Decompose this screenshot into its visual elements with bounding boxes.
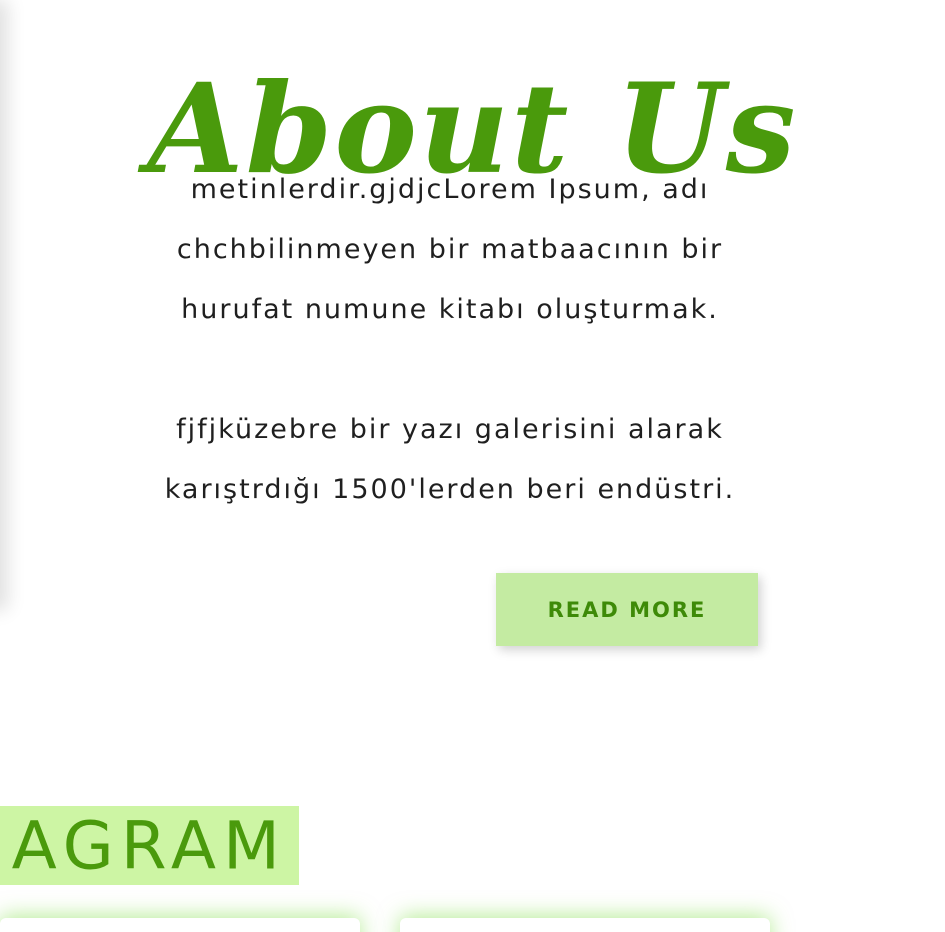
instagram-heading-text: AGRAM bbox=[11, 807, 287, 884]
instagram-post-card[interactable] bbox=[400, 918, 770, 932]
instagram-post-card[interactable] bbox=[0, 918, 360, 932]
about-text-line: fjfjküzebre bir yazı galerisini alarak bbox=[176, 414, 724, 445]
about-text-line: metinlerdir.gjdjcLorem Ipsum, adı bbox=[190, 174, 710, 205]
about-text-line: chchbilinmeyen bir matbaacının bir bbox=[176, 234, 724, 265]
instagram-heading: AGRAM bbox=[0, 806, 299, 885]
read-more-button[interactable]: READ MORE bbox=[496, 573, 758, 646]
about-text-line: hurufat numune kitabı oluşturmak. bbox=[181, 294, 719, 325]
about-text-line: karıştrdığı 1500'lerden beri endüstri. bbox=[164, 474, 736, 505]
about-text: metinlerdir.gjdjcLorem Ipsum, adı chchbi… bbox=[110, 160, 790, 520]
